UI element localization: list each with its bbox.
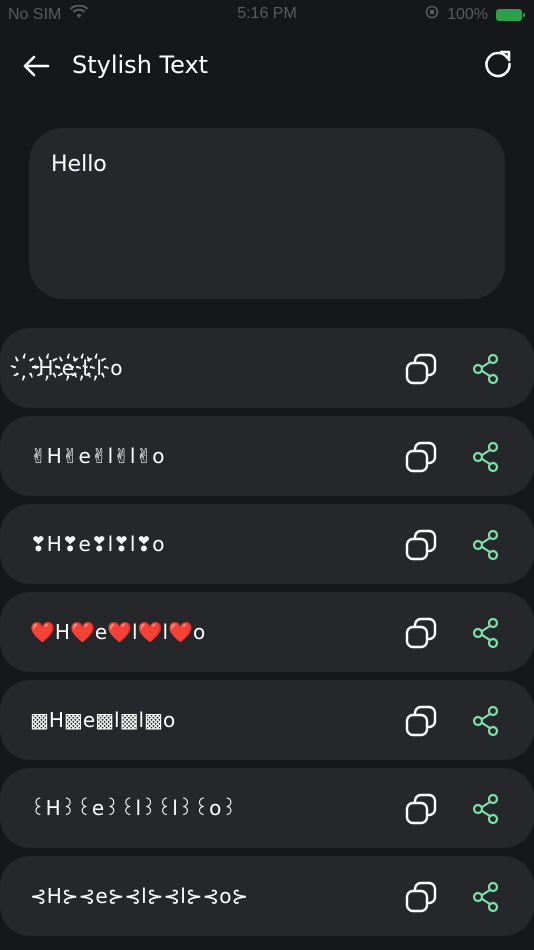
styled-text: ❣H❣e❣l❣l❣o: [30, 532, 165, 556]
list-item[interactable]: ❣H❣e❣l❣l❣o: [0, 504, 534, 584]
battery-icon: [496, 8, 525, 21]
share-icon: [472, 617, 499, 649]
styled-text: ▩H▩e▩l▩l▩o: [30, 708, 176, 732]
copy-button[interactable]: [402, 614, 440, 652]
share-button[interactable]: [467, 790, 505, 828]
share-button[interactable]: [467, 438, 505, 476]
styled-text: ❤️H❤️e❤️l❤️l❤️o: [30, 620, 206, 644]
copy-button[interactable]: [402, 878, 440, 916]
copy-icon: [405, 793, 437, 825]
copy-button[interactable]: [402, 350, 440, 388]
share-icon: [472, 793, 499, 825]
copy-icon: [405, 881, 437, 913]
copy-icon: [405, 617, 437, 649]
share-button[interactable]: [467, 878, 505, 916]
list-item[interactable]: ❤️H❤️e❤️l❤️l❤️o: [0, 592, 534, 672]
header: Stylish Text: [0, 30, 534, 100]
copy-button[interactable]: [402, 790, 440, 828]
list-item[interactable]: ✌H✌e✌l✌l✌o: [0, 416, 534, 496]
copy-icon: [405, 529, 437, 561]
styled-text: ⊰H⊱⊰e⊱⊰l⊱⊰l⊱⊰o⊱: [30, 884, 249, 908]
copy-icon: [405, 441, 437, 473]
list-item[interactable]: ▩H▩e▩l▩l▩o: [0, 680, 534, 760]
share-button[interactable]: [467, 526, 505, 564]
share-icon: [472, 529, 499, 561]
arrow-left-icon: [23, 55, 50, 77]
share-button[interactable]: [467, 350, 505, 388]
share-icon: [472, 353, 499, 385]
styled-text: ꒰H꒱꒰e꒱꒰l꒱꒰l꒱꒰o꒱: [30, 796, 237, 820]
orientation-lock-icon: [425, 5, 439, 24]
battery-percent: 100%: [447, 5, 488, 23]
share-button[interactable]: [467, 614, 505, 652]
status-bar: No SIM 5:16 PM 100%: [0, 0, 534, 30]
page-title: Stylish Text: [72, 51, 209, 79]
share-icon: [472, 441, 499, 473]
styled-text: ✌H✌e✌l✌l✌o: [30, 444, 165, 468]
share-icon: [472, 881, 499, 913]
share-button[interactable]: [467, 702, 505, 740]
back-button[interactable]: [18, 48, 54, 84]
copy-icon: [405, 353, 437, 385]
refresh-icon: [485, 50, 511, 78]
list-item[interactable]: ⊰H⊱⊰e⊱⊰l⊱⊰l⊱⊰o⊱: [0, 856, 534, 936]
share-icon: [472, 705, 499, 737]
copy-icon: [405, 705, 437, 737]
styled-text: ҉H҉e҉l҉l҉o: [30, 356, 123, 380]
refresh-button[interactable]: [480, 46, 516, 82]
status-right: 100%: [425, 5, 525, 24]
copy-button[interactable]: [402, 702, 440, 740]
copy-button[interactable]: [402, 438, 440, 476]
list-item[interactable]: ҉H҉e҉l҉l҉o: [0, 328, 534, 408]
list-item[interactable]: ꒰H꒱꒰e꒱꒰l꒱꒰l꒱꒰o꒱: [0, 768, 534, 848]
text-input[interactable]: Hello: [29, 128, 505, 299]
copy-button[interactable]: [402, 526, 440, 564]
